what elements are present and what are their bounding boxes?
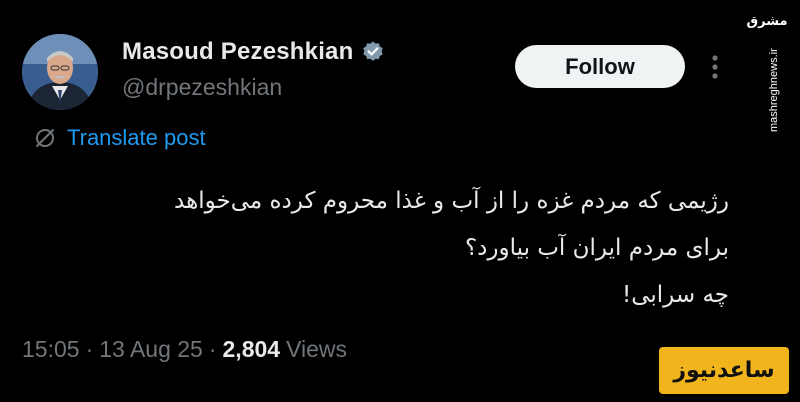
meta-separator: · [208, 336, 217, 362]
tweet-line-2: برای مردم ایران آب بیاورد؟ [464, 235, 729, 261]
translate-post-link[interactable]: Translate post [33, 125, 206, 151]
translate-globe-icon [36, 129, 54, 147]
author-handle[interactable]: @drpezeshkian [122, 74, 282, 101]
views-label: Views [286, 336, 348, 362]
tweet-card: Masoud Pezeshkian @drpezeshkian Follow م… [0, 0, 800, 402]
avatar[interactable] [22, 34, 98, 110]
more-vertical-icon[interactable] [708, 52, 722, 82]
author-name-row: Masoud Pezeshkian [122, 38, 385, 66]
tweet-body: رژیمی که مردم غزه را از آب و غذا محروم ک… [29, 178, 729, 319]
translate-post-label[interactable]: Translate post [67, 125, 206, 151]
side-watermark-logo: مشرق [746, 14, 788, 29]
tweet-line-1: رژیمی که مردم غزه را از آب و غذا محروم ک… [174, 188, 729, 214]
avatar-photo [22, 34, 98, 110]
author-display-name[interactable]: Masoud Pezeshkian [122, 38, 353, 66]
views-count[interactable]: 2,804 [223, 336, 281, 363]
tweet-time[interactable]: 15:05 [22, 336, 80, 363]
tweet-date[interactable]: 13 Aug 25 [99, 336, 203, 363]
tweet-line-3: چه سرابی! [621, 282, 729, 308]
side-watermark: مشرق mashreghnews.ir [744, 14, 790, 132]
side-watermark-url: mashreghnews.ir [768, 48, 780, 132]
tweet-meta: 15:05 · 13 Aug 25 · 2,804 Views [22, 336, 347, 363]
verified-badge-icon [363, 41, 384, 61]
source-watermark-badge: ساعدنیوز [659, 347, 789, 394]
follow-button[interactable]: Follow [515, 45, 685, 88]
meta-separator: · [85, 336, 94, 362]
